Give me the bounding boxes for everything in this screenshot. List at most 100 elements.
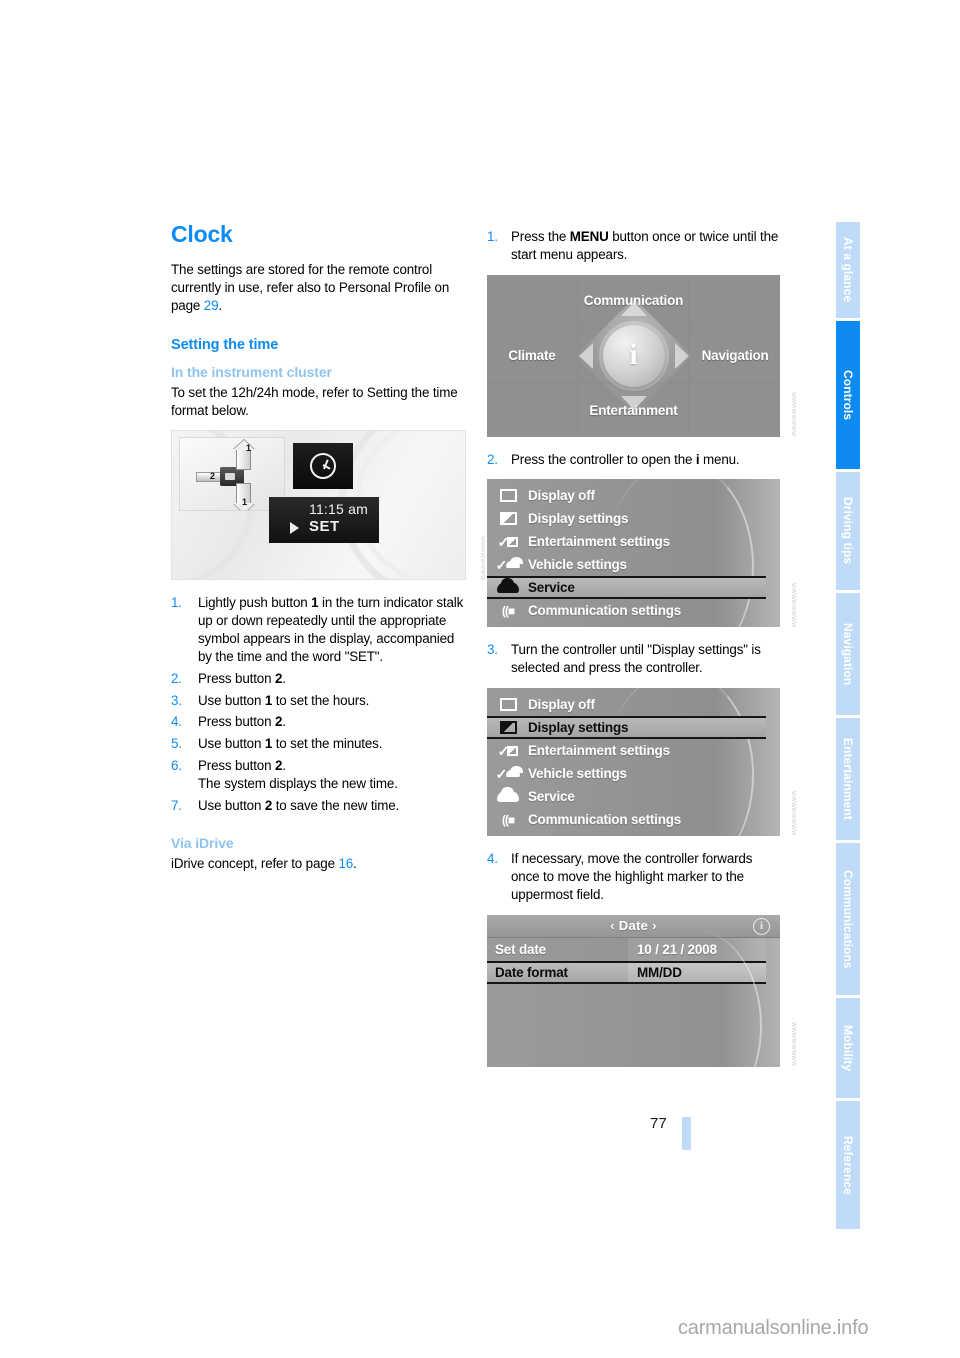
i-menu-item-3-label: Entertainment settings bbox=[528, 534, 670, 550]
clock-icon bbox=[310, 453, 336, 480]
menu-item-navigation[interactable]: Navigation bbox=[690, 329, 780, 382]
cluster-step-5: 5. Use button 1 to set the minutes. bbox=[171, 735, 471, 753]
step-3: 3. Turn the controller until "Display set… bbox=[487, 641, 782, 677]
display-menu-item-2[interactable]: Display settings bbox=[487, 716, 766, 740]
cluster-time-tile: 11:15 am SET bbox=[269, 497, 379, 544]
cluster-step-6: 6. Press button 2. The system displays the… bbox=[171, 757, 471, 793]
figure-credit: WWWWWWWW bbox=[790, 391, 796, 437]
display-menu-item-3[interactable]: ✓ Entertainment settings bbox=[487, 739, 780, 762]
cluster-step-2-number: 2. bbox=[171, 670, 182, 686]
i-menu-item-3[interactable]: ✓ Entertainment settings bbox=[487, 530, 780, 553]
service-car-icon bbox=[495, 787, 521, 805]
sidebar-tab-label: Reference bbox=[841, 1135, 855, 1195]
display-menu-item-4-label: Vehicle settings bbox=[528, 766, 627, 782]
cluster-step-2-text: . bbox=[282, 670, 286, 686]
cluster-step-7-text: to save the new time. bbox=[272, 797, 400, 813]
i-menu-item-4-label: Vehicle settings bbox=[528, 557, 627, 573]
figure-credit: WWWWWWWW bbox=[790, 582, 796, 628]
i-menu-item-5[interactable]: Service bbox=[487, 576, 766, 600]
sidebar-tab-navigation[interactable]: Navigation bbox=[836, 593, 860, 715]
sidebar-tab-communications[interactable]: Communications bbox=[836, 843, 860, 995]
cluster-step-4-text: Press button bbox=[198, 714, 275, 730]
sidebar-tab-entertainment[interactable]: Entertainment bbox=[836, 718, 860, 840]
chapter-tabs: At a glance Controls Driving tips Navigatio… bbox=[836, 222, 860, 1232]
display-menu-item-1[interactable]: Display off bbox=[487, 693, 780, 716]
sidebar-tab-reference[interactable]: Reference bbox=[836, 1101, 860, 1229]
cluster-step-7-text: Use button bbox=[198, 797, 265, 813]
display-menu-item-6-label: Communication settings bbox=[528, 812, 682, 828]
i-menu-item-1[interactable]: Display off bbox=[487, 484, 780, 507]
right-column: 1. Press the MENU button once or twice un… bbox=[487, 222, 796, 1081]
figure-credit: WWWWWWWW bbox=[790, 1021, 796, 1067]
display-menu-item-3-label: Entertainment settings bbox=[528, 743, 670, 759]
figure-display-settings-menu: Display off Display settings ✓ Entertainmen… bbox=[487, 688, 796, 837]
screen-off-icon bbox=[495, 696, 521, 713]
step-3-text: Turn the controller until "Display setti… bbox=[511, 642, 761, 676]
date-row-2-value: MM/DD bbox=[628, 962, 766, 982]
cluster-step-2-text: Press button bbox=[198, 670, 275, 686]
sidebar-tab-at-a-glance[interactable]: At a glance bbox=[836, 222, 860, 318]
step-3-number: 3. bbox=[487, 642, 498, 658]
menu-item-communication[interactable]: Communication bbox=[578, 274, 689, 328]
display-menu-item-6[interactable]: ((■ Communication settings bbox=[487, 808, 780, 831]
menu-item-entertainment[interactable]: Entertainment bbox=[578, 383, 689, 437]
cluster-step-3-text: Use button bbox=[198, 692, 265, 708]
figure-date-screen: ‹ Date › i Set date 10 / 21 / 2008 Date fo… bbox=[487, 914, 796, 1067]
sidebar-tab-mobility[interactable]: Mobility bbox=[836, 998, 860, 1098]
step-2-text-after: menu. bbox=[699, 451, 740, 467]
display-menu-item-2-label: Display settings bbox=[528, 720, 629, 736]
cluster-clock-tile bbox=[293, 443, 353, 490]
cluster-step-4-number: 4. bbox=[171, 714, 182, 730]
grid-cell-top-right bbox=[690, 274, 780, 328]
page-number: 77 bbox=[650, 1115, 667, 1132]
cluster-step-3-number: 3. bbox=[171, 692, 182, 708]
sidebar-tab-driving-tips[interactable]: Driving tips bbox=[836, 472, 860, 590]
vehicle-settings-icon: ✓ bbox=[495, 556, 524, 573]
left-column: Clock The settings are stored for the re… bbox=[171, 221, 485, 872]
cluster-step-1-text: Lightly push button bbox=[198, 595, 312, 611]
i-menu-item-6-label: Communication settings bbox=[528, 603, 682, 619]
cluster-step-6-text: Press button bbox=[198, 758, 275, 774]
figure-idrive-start-menu: Communication Climate Navigation Enterta… bbox=[487, 274, 796, 437]
step-4-text: If necessary, move the controller forwar… bbox=[511, 851, 753, 902]
cluster-step-2: 2. Press button 2. bbox=[171, 670, 471, 688]
caret-right-icon bbox=[290, 522, 299, 535]
via-idrive-text-after: . bbox=[353, 855, 357, 871]
figure-i-menu: Display off Display settings ✓ Entertainmen… bbox=[487, 479, 796, 628]
page-number-bar bbox=[682, 1117, 691, 1150]
date-rows-container: Set date 10 / 21 / 2008 Date format MM/DD bbox=[487, 937, 780, 984]
watermark: carmanualsonline.info bbox=[678, 1317, 869, 1339]
display-menu-item-5[interactable]: Service bbox=[487, 785, 780, 808]
cluster-step-6-number: 6. bbox=[171, 758, 182, 774]
cluster-step-5-text: Use button bbox=[198, 736, 265, 752]
i-menu-item-6[interactable]: ((■ Communication settings bbox=[487, 599, 780, 622]
i-menu-item-2[interactable]: Display settings bbox=[487, 507, 780, 530]
display-menu-item-5-label: Service bbox=[528, 789, 575, 805]
sidebar-tab-controls[interactable]: Controls bbox=[836, 321, 860, 469]
date-row-2[interactable]: Date format MM/DD bbox=[487, 960, 766, 984]
idrive-start-menu-screen: Communication Climate Navigation Enterta… bbox=[487, 274, 780, 437]
cluster-step-1-number: 1. bbox=[171, 595, 182, 611]
date-row-1[interactable]: Set date 10 / 21 / 2008 bbox=[487, 937, 766, 961]
intro-text-end: . bbox=[218, 297, 222, 313]
figure-credit: WWWWWWWW bbox=[790, 791, 796, 837]
i-menu-item-4[interactable]: ✓ Vehicle settings bbox=[487, 553, 780, 576]
cluster-time-value: 11:15 am bbox=[309, 501, 368, 518]
menu-item-climate[interactable]: Climate bbox=[487, 329, 577, 382]
page-reference-16[interactable]: 16 bbox=[338, 856, 353, 871]
i-menu-item-1-label: Display off bbox=[528, 488, 595, 504]
sidebar-tab-label: Controls bbox=[841, 369, 855, 421]
page-reference-29[interactable]: 29 bbox=[204, 298, 219, 313]
sidebar-tab-label: Entertainment bbox=[841, 738, 855, 820]
screen-off-icon bbox=[495, 487, 521, 504]
step-4-number: 4. bbox=[487, 851, 498, 867]
callout-1-top: 1 bbox=[246, 443, 252, 454]
display-menu-item-4[interactable]: ✓ Vehicle settings bbox=[487, 762, 780, 785]
i-menu-screen: Display off Display settings ✓ Entertainmen… bbox=[487, 479, 780, 628]
instrument-cluster-steps: 1. Lightly push button 1 in the turn indi… bbox=[171, 594, 471, 814]
step-2-list: 2. Press the controller to open the i men… bbox=[487, 451, 782, 469]
info-icon[interactable]: i bbox=[753, 917, 770, 935]
step-2: 2. Press the controller to open the i men… bbox=[487, 451, 782, 469]
manual-page: Clock The settings are stored for the re… bbox=[0, 0, 960, 1358]
display-settings-icon bbox=[495, 510, 521, 527]
